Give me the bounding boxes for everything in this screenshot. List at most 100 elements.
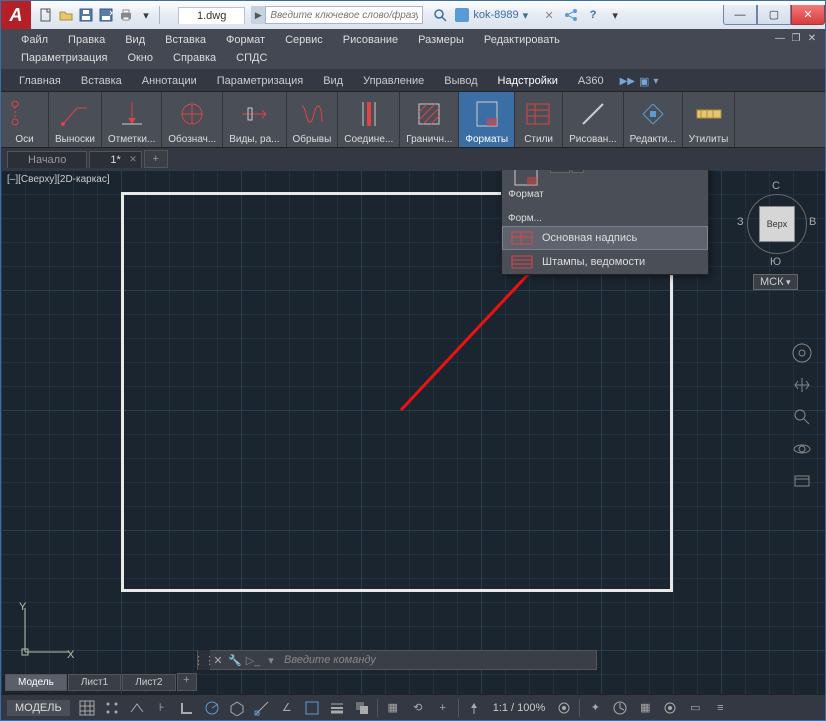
- dd-item-titleblock[interactable]: Основная надпись: [502, 226, 708, 250]
- new-icon[interactable]: [37, 6, 55, 24]
- nav-zoom-icon[interactable]: [789, 404, 815, 430]
- panel-formats[interactable]: Форматы: [459, 92, 515, 147]
- sbar-model[interactable]: МОДЕЛЬ: [7, 700, 70, 716]
- menu-file[interactable]: Файл: [11, 31, 58, 49]
- maximize-button[interactable]: ▢: [757, 5, 791, 25]
- menu-parametric[interactable]: Параметризация: [11, 49, 117, 67]
- sbar-3dosnap-icon[interactable]: ∠: [275, 697, 299, 719]
- menu-spds[interactable]: СПДС: [226, 49, 277, 67]
- menu-insert[interactable]: Вставка: [155, 31, 216, 49]
- saveas-icon[interactable]: [97, 6, 115, 24]
- sbar-snap-icon[interactable]: [100, 697, 124, 719]
- ftab-add-button[interactable]: +: [144, 150, 168, 168]
- rtab-home[interactable]: Главная: [9, 71, 71, 91]
- menu-edit[interactable]: Правка: [58, 31, 115, 49]
- rtab-parametric[interactable]: Параметризация: [207, 71, 313, 91]
- sbar-ws-icon[interactable]: ✦: [583, 697, 607, 719]
- signin[interactable]: kok-8989 ▾: [455, 8, 528, 22]
- panel-utils[interactable]: Утилиты: [683, 92, 736, 147]
- rtab-addins[interactable]: Надстройки: [488, 71, 568, 91]
- rtab-output[interactable]: Вывод: [434, 71, 487, 91]
- rtab-view[interactable]: Вид: [313, 71, 353, 91]
- nav-showmotion-icon[interactable]: [789, 468, 815, 494]
- cmd-close-icon[interactable]: ✕: [210, 654, 226, 667]
- viewcube-west[interactable]: З: [737, 216, 744, 228]
- share-icon[interactable]: [562, 6, 580, 24]
- dd-stamp-icon[interactable]: [550, 170, 570, 173]
- qat-dropdown-icon[interactable]: ▾: [137, 6, 155, 24]
- panel-leaders[interactable]: Выноски: [49, 92, 102, 147]
- sbar-custom-icon[interactable]: ≡: [708, 697, 732, 719]
- doc-restore-icon[interactable]: ❐: [789, 31, 803, 45]
- panel-hatch[interactable]: Граничн...: [400, 92, 459, 147]
- sbar-lwt-icon[interactable]: [325, 697, 349, 719]
- rtab-a360[interactable]: A360: [568, 71, 614, 91]
- sbar-iso-icon[interactable]: [225, 697, 249, 719]
- sbar-cycling-icon[interactable]: ⟲: [406, 697, 430, 719]
- menu-modify[interactable]: Редактировать: [474, 31, 570, 49]
- open-icon[interactable]: [57, 6, 75, 24]
- menu-help[interactable]: Справка: [163, 49, 226, 67]
- panel-draw[interactable]: Рисован...: [563, 92, 624, 147]
- viewcube-wcs[interactable]: МСК ▾: [753, 274, 798, 290]
- ltab-model[interactable]: Модель: [5, 674, 67, 691]
- nav-pan-icon[interactable]: [789, 372, 815, 398]
- viewcube[interactable]: Верх С Ю В З МСК ▾: [737, 176, 817, 296]
- doc-close-icon[interactable]: ✕: [805, 31, 819, 45]
- panel-axes[interactable]: Оси: [1, 92, 49, 147]
- viewcube-face[interactable]: Верх: [759, 206, 795, 242]
- sbar-annoscale-icon[interactable]: [462, 697, 486, 719]
- ftab-start[interactable]: Начало: [7, 151, 87, 168]
- search-arrow-icon[interactable]: ▶: [251, 6, 265, 24]
- menu-draw[interactable]: Рисование: [333, 31, 408, 49]
- panel-symbol[interactable]: Обознач...: [162, 92, 223, 147]
- nav-orbit-icon[interactable]: [789, 436, 815, 462]
- doc-minimize-icon[interactable]: —: [773, 31, 787, 45]
- panel-edit[interactable]: Редакти...: [624, 92, 683, 147]
- sbar-monitor-icon[interactable]: [608, 697, 632, 719]
- menu-dims[interactable]: Размеры: [408, 31, 474, 49]
- rtab-insert[interactable]: Вставка: [71, 71, 132, 91]
- panel-breaks[interactable]: Обрывы: [287, 92, 339, 147]
- sbar-osnap-icon[interactable]: [250, 697, 274, 719]
- viewcube-north[interactable]: С: [772, 180, 780, 192]
- nav-wheel-icon[interactable]: [789, 340, 815, 366]
- panel-views[interactable]: Виды, ра...: [223, 92, 286, 147]
- rtab-extra[interactable]: ▶▶ ▣ ▾: [620, 71, 659, 91]
- view-label[interactable]: [–][Сверху][2D-каркас]: [7, 174, 110, 185]
- viewcube-east[interactable]: В: [809, 216, 816, 228]
- ucs-icon[interactable]: XY: [17, 600, 77, 660]
- app-logo[interactable]: A: [1, 1, 31, 29]
- menu-window[interactable]: Окно: [117, 49, 163, 67]
- sbar-dynamic-icon[interactable]: ⊦: [150, 697, 174, 719]
- help-dropdown-icon[interactable]: ▾: [606, 6, 624, 24]
- exchange-icon[interactable]: ✕: [540, 6, 558, 24]
- cmd-input[interactable]: Введите команду: [280, 654, 596, 666]
- sbar-infer-icon[interactable]: [125, 697, 149, 719]
- close-button[interactable]: ✕: [791, 5, 825, 25]
- viewcube-south[interactable]: Ю: [770, 256, 781, 268]
- sbar-gear-icon[interactable]: [552, 697, 576, 719]
- menu-format[interactable]: Формат: [216, 31, 275, 49]
- ltab-sheet1[interactable]: Лист1: [68, 674, 121, 691]
- ltab-add-button[interactable]: +: [177, 673, 197, 691]
- search-icon[interactable]: [431, 6, 449, 24]
- sbar-polar-icon[interactable]: [200, 697, 224, 719]
- menu-view[interactable]: Вид: [115, 31, 155, 49]
- sbar-transparency-icon[interactable]: [350, 697, 374, 719]
- menu-tools[interactable]: Сервис: [275, 31, 333, 49]
- cmd-handle-icon[interactable]: ⋮⋮: [198, 650, 210, 670]
- sbar-hw-icon[interactable]: ▦: [633, 697, 657, 719]
- dd-dropdown-icon[interactable]: ▼: [572, 170, 584, 173]
- rtab-manage[interactable]: Управление: [353, 71, 434, 91]
- sbar-clean-icon[interactable]: ▭: [683, 697, 707, 719]
- document-tab[interactable]: 1.dwg: [178, 7, 245, 24]
- ftab-close-icon[interactable]: ✕: [129, 154, 137, 165]
- ltab-sheet2[interactable]: Лист2: [122, 674, 175, 691]
- canvas[interactable]: [–][Сверху][2D-каркас] Формат ▼ Форм...: [1, 170, 825, 694]
- search-input[interactable]: [265, 6, 423, 24]
- panel-marks[interactable]: Отметки...: [102, 92, 162, 147]
- panel-styles[interactable]: Стили: [515, 92, 563, 147]
- dd-item-stamps[interactable]: Штампы, ведомости: [502, 250, 708, 274]
- sbar-grid-icon[interactable]: [75, 697, 99, 719]
